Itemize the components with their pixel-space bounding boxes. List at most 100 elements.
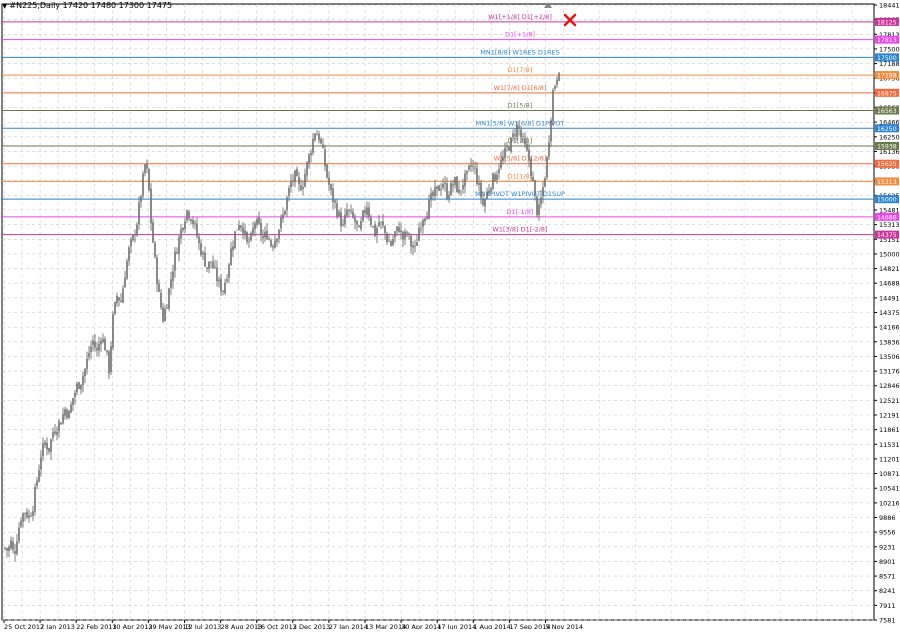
candle-body xyxy=(214,267,216,268)
x-tick-label: 5 Nov 2014 xyxy=(546,623,584,629)
candle-body xyxy=(6,548,8,551)
candle-body xyxy=(94,341,96,348)
y-tick-label: 9556 xyxy=(879,529,896,537)
candle-body xyxy=(120,300,122,302)
candle-body xyxy=(128,247,130,262)
y-tick-label: 10216 xyxy=(879,499,900,507)
candle-body xyxy=(274,240,276,248)
candle-body xyxy=(438,185,440,191)
candle-body xyxy=(518,126,520,129)
level-label: D1[1/8] xyxy=(508,172,533,180)
candle-body xyxy=(24,513,26,514)
candle-body xyxy=(184,221,186,229)
level-price-label: 18125 xyxy=(877,19,897,26)
candle-body xyxy=(252,228,254,234)
candle-body xyxy=(52,432,54,438)
candle-body xyxy=(314,133,316,141)
candle-body xyxy=(118,297,120,301)
candle-body xyxy=(76,383,78,393)
candle-body xyxy=(490,188,492,192)
candle-body xyxy=(30,515,32,517)
candle-body xyxy=(34,487,36,512)
candle-body xyxy=(268,239,270,240)
candle-body xyxy=(460,190,462,192)
x-tick-label: 12 Jul 2013 xyxy=(185,623,222,629)
level-price-label: 17188 xyxy=(877,73,897,80)
candle-body xyxy=(270,240,272,247)
candle-body xyxy=(216,267,218,282)
candle-body xyxy=(98,343,100,351)
candle-body xyxy=(480,182,482,198)
candle-body xyxy=(320,138,322,144)
candle-body xyxy=(400,230,402,233)
candle-body xyxy=(538,204,540,215)
level-price-label: 16563 xyxy=(877,108,897,115)
candle-body xyxy=(356,220,358,225)
y-tick-label: 11861 xyxy=(879,426,900,434)
candle-body xyxy=(40,457,42,470)
level-label: D1[+1/8] xyxy=(505,31,535,39)
candle-body xyxy=(446,183,448,199)
candle-body xyxy=(434,187,436,197)
candle-body xyxy=(160,292,162,308)
candle-body xyxy=(254,223,256,230)
y-tick-label: 14375 xyxy=(879,309,900,317)
candle-body xyxy=(508,146,510,151)
candle-body xyxy=(432,192,434,196)
candle-body xyxy=(224,282,226,294)
candle-body xyxy=(472,165,474,167)
candle-body xyxy=(366,207,368,215)
candle-body xyxy=(470,164,472,167)
candle-body xyxy=(488,190,490,194)
candle-body xyxy=(412,245,414,248)
candle-body xyxy=(78,382,80,389)
candle-body xyxy=(82,375,84,386)
candle-body xyxy=(20,520,22,527)
candle-body xyxy=(164,308,166,321)
candle-body xyxy=(258,217,260,224)
y-tick-label: 8571 xyxy=(879,573,896,581)
candle-body xyxy=(226,279,228,282)
candle-body xyxy=(176,252,178,254)
candle-body xyxy=(542,187,544,196)
candle-body xyxy=(492,173,494,189)
candle-body xyxy=(464,173,466,187)
candle-body xyxy=(124,277,126,288)
y-tick-label: 7911 xyxy=(879,602,896,610)
candle-body xyxy=(146,163,148,169)
candle-body xyxy=(232,246,234,251)
candle-body xyxy=(368,207,370,217)
candle-body xyxy=(422,220,424,227)
candle-body xyxy=(138,202,140,225)
candle-body xyxy=(502,157,504,161)
candle-body xyxy=(64,409,66,416)
expand-arrow-icon[interactable]: ▼ xyxy=(2,2,7,10)
y-tick-label: 12191 xyxy=(879,412,900,420)
candle-body xyxy=(440,189,442,191)
candle-body xyxy=(550,120,552,142)
candle-body xyxy=(152,222,154,243)
chart-area: ▼ #N225,Daily 17420 17480 17300 17475 184… xyxy=(0,0,900,631)
candle-body xyxy=(80,384,82,390)
candle-body xyxy=(436,186,438,189)
candle-body xyxy=(158,283,160,292)
y-tick-label: 18441 xyxy=(879,2,900,10)
candle-body xyxy=(172,271,174,282)
candle-body xyxy=(208,261,210,270)
candle-body xyxy=(484,199,486,207)
candle-body xyxy=(18,527,20,542)
candle-body xyxy=(512,133,514,138)
candle-body xyxy=(96,347,98,351)
candle-body xyxy=(442,184,444,188)
candle-body xyxy=(428,200,430,219)
x-tick-label: 1 Aug 2014 xyxy=(473,623,511,629)
level-label: D1[7/8] xyxy=(508,66,533,74)
candle-body xyxy=(188,211,190,219)
candle-body xyxy=(322,144,324,148)
candle-body xyxy=(384,226,386,233)
candle-body xyxy=(378,222,380,227)
candle-body xyxy=(504,148,506,159)
candle-body xyxy=(294,170,296,183)
candle-body xyxy=(348,209,350,211)
level-price-label: 15313 xyxy=(877,179,897,186)
